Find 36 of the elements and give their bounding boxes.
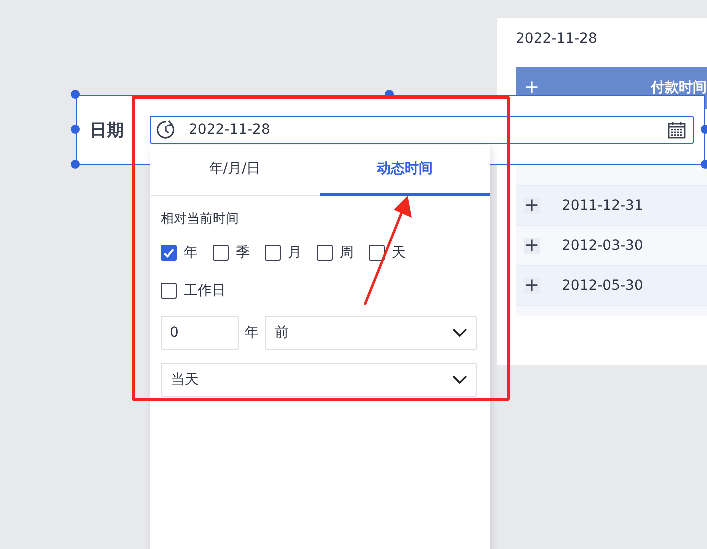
anchor-select[interactable]: 当天: [161, 363, 477, 397]
checkbox-label: 天: [392, 244, 406, 262]
checkbox-label: 季: [236, 244, 250, 262]
checkbox[interactable]: [317, 245, 333, 261]
chevron-down-icon: [452, 375, 468, 385]
checkbox[interactable]: [161, 283, 177, 299]
table-cell: 2011-12-31: [562, 198, 644, 214]
checkbox-label: 周: [340, 244, 354, 262]
table-cell: 2012-05-30: [562, 278, 644, 294]
checkbox[interactable]: [369, 245, 385, 261]
expand-button[interactable]: +: [524, 278, 540, 294]
resize-handle[interactable]: [71, 90, 80, 99]
number-field[interactable]: 0: [161, 316, 239, 350]
expand-button[interactable]: +: [524, 198, 540, 214]
resize-handle[interactable]: [71, 125, 80, 134]
section-title: 相对当前时间: [161, 211, 240, 229]
checkbox[interactable]: [161, 245, 177, 261]
history-icon: [155, 119, 177, 141]
expand-button[interactable]: +: [524, 80, 540, 96]
column-header: 付款时间: [651, 79, 707, 97]
checkbox[interactable]: [265, 245, 281, 261]
expand-button[interactable]: +: [524, 238, 540, 254]
calendar-icon[interactable]: [668, 121, 686, 139]
unit-label: 年: [245, 324, 259, 342]
checkbox-label: 月: [288, 244, 302, 262]
chevron-down-icon: [452, 328, 468, 338]
resize-handle[interactable]: [71, 160, 80, 169]
tab[interactable]: 动态时间: [320, 145, 490, 196]
date-field[interactable]: 2022-11-28: [150, 116, 694, 144]
checkbox[interactable]: [213, 245, 229, 261]
date-text: 2022-11-28: [516, 31, 598, 49]
table-cell: 2012-03-30: [562, 238, 644, 254]
checkbox-label: 年: [184, 244, 198, 262]
direction-select[interactable]: 前: [265, 316, 477, 350]
field-label: 日期: [90, 120, 125, 142]
checkbox-label: 工作日: [184, 282, 226, 300]
